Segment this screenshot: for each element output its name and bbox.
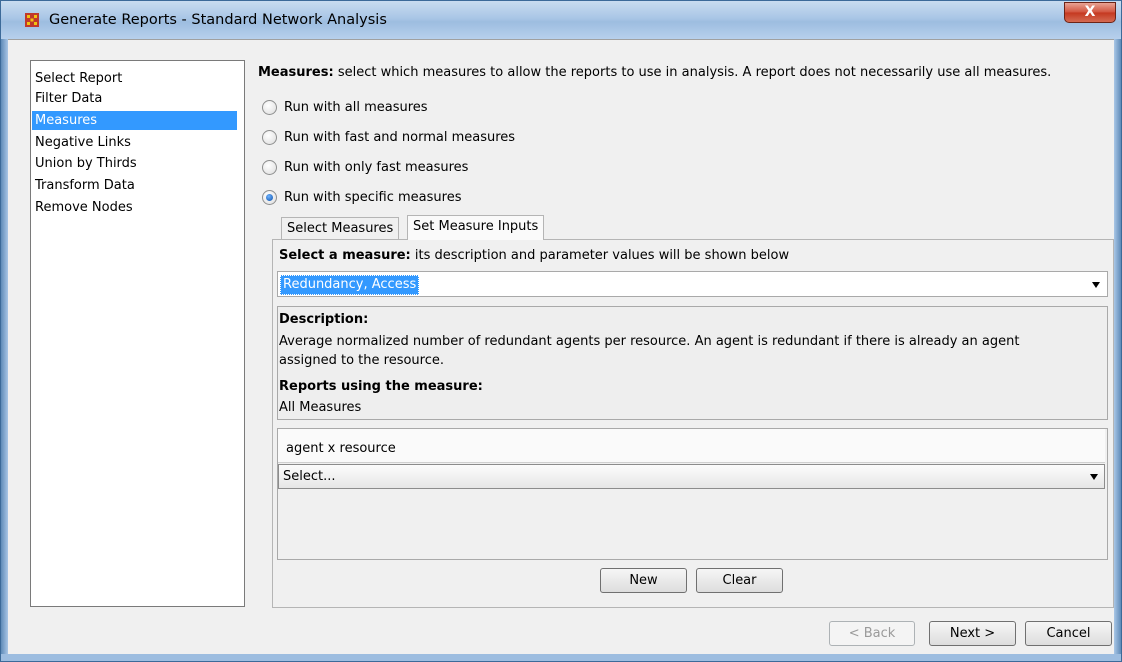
new-button[interactable]: New: [600, 568, 687, 593]
step-item-negative-links[interactable]: Negative Links: [32, 133, 237, 152]
clear-button[interactable]: Clear: [696, 568, 783, 593]
radio-label[interactable]: Run with specific measures: [284, 190, 462, 205]
window-border-right: [1114, 39, 1121, 659]
select-measure-label-title: Select a measure:: [279, 248, 411, 263]
tab-select-measures[interactable]: Select Measures: [281, 217, 400, 239]
reports-using-text: All Measures: [279, 400, 362, 415]
step-item-union-by-thirds[interactable]: Union by Thirds: [32, 154, 237, 173]
measure-dropdown[interactable]: Redundancy, Access: [277, 271, 1108, 297]
step-item-remove-nodes[interactable]: Remove Nodes: [32, 198, 237, 217]
chevron-down-icon[interactable]: [1092, 282, 1100, 288]
window-title: Generate Reports - Standard Network Anal…: [49, 12, 387, 28]
close-icon: X: [1084, 4, 1096, 20]
radio-label[interactable]: Run with fast and normal measures: [284, 130, 515, 145]
radio-button[interactable]: [262, 160, 277, 175]
description-text: Average normalized number of redundant a…: [279, 334, 1020, 368]
radio-label[interactable]: Run with only fast measures: [284, 160, 468, 175]
select-measure-label: Select a measure: its description and pa…: [279, 248, 789, 263]
dialog-window: Generate Reports - Standard Network Anal…: [0, 0, 1122, 662]
reports-using-title: Reports using the measure:: [279, 379, 483, 394]
window-border-bottom: [1, 654, 1121, 661]
measures-header-title: Measures:: [258, 65, 334, 80]
measures-header-text: select which measures to allow the repor…: [333, 65, 1052, 80]
step-item-measures[interactable]: Measures: [32, 111, 237, 130]
next-button[interactable]: Next >: [929, 621, 1016, 646]
parameter-dropdown-value[interactable]: Select...: [283, 469, 336, 484]
chevron-down-icon[interactable]: [1090, 474, 1098, 480]
radio-button[interactable]: [262, 130, 277, 145]
step-list: Select Report Filter Data Measures Negat…: [30, 60, 245, 607]
step-item-transform-data[interactable]: Transform Data: [32, 176, 237, 195]
app-icon: [25, 13, 39, 27]
tab-set-measure-inputs[interactable]: Set Measure Inputs: [407, 215, 545, 240]
cancel-button[interactable]: Cancel: [1025, 621, 1112, 646]
parameter-dropdown[interactable]: Select...: [278, 464, 1105, 489]
parameter-label: agent x resource: [286, 441, 396, 456]
step-item-select-report[interactable]: Select Report: [32, 69, 237, 88]
title-bar[interactable]: Generate Reports - Standard Network Anal…: [1, 1, 1121, 39]
radio-button-checked[interactable]: [262, 190, 277, 205]
measure-dropdown-value[interactable]: Redundancy, Access: [280, 275, 420, 295]
measures-header: Measures: select which measures to allow…: [258, 65, 1051, 80]
description-title: Description:: [279, 312, 369, 327]
close-button[interactable]: X: [1064, 2, 1116, 23]
radio-label[interactable]: Run with all measures: [284, 100, 428, 115]
parameter-header: [278, 429, 1105, 463]
window-border-left: [1, 39, 8, 659]
back-button[interactable]: < Back: [829, 621, 915, 646]
radio-button[interactable]: [262, 100, 277, 115]
select-measure-label-text: its description and parameter values wil…: [410, 248, 790, 263]
step-item-filter-data[interactable]: Filter Data: [32, 89, 237, 108]
